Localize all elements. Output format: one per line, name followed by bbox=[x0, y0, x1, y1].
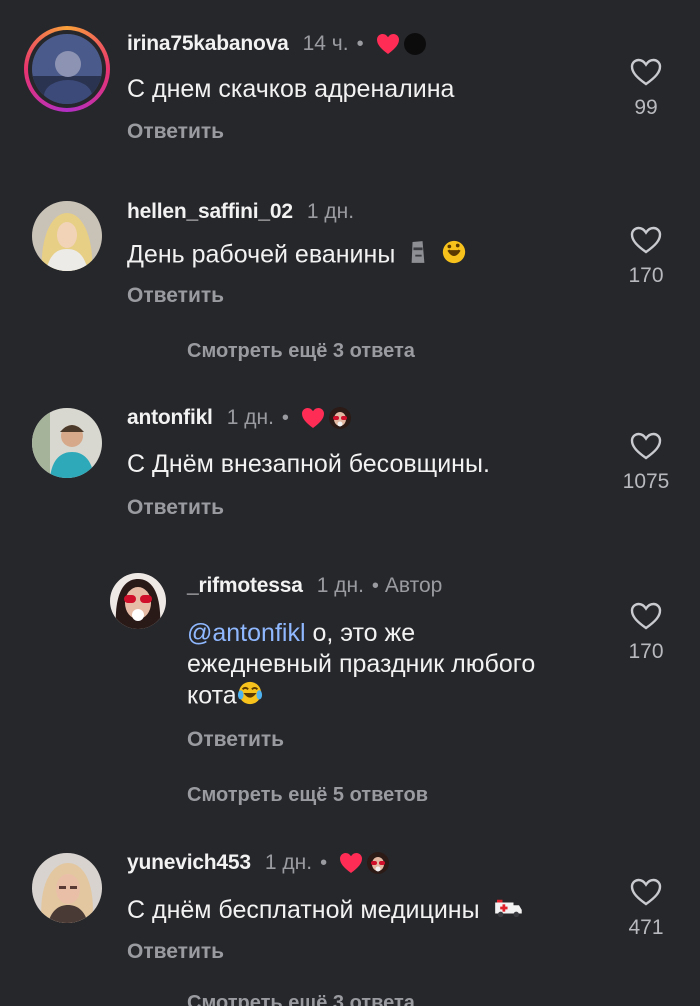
separator-dot: • bbox=[320, 851, 328, 874]
avatar[interactable] bbox=[32, 201, 102, 271]
author-avatar-icon bbox=[328, 407, 351, 429]
username[interactable]: antonfikl bbox=[127, 406, 213, 430]
separator-dot: • bbox=[356, 32, 364, 55]
username[interactable]: _rifmotessa bbox=[187, 574, 303, 598]
comment-time: 1 дн. bbox=[264, 851, 313, 874]
moai-emoji-icon bbox=[408, 239, 428, 273]
comment-text-content: С днём бесплатной медицины bbox=[127, 896, 480, 924]
username[interactable]: irina75kabanova bbox=[127, 32, 289, 56]
like-column: 99 bbox=[606, 58, 686, 120]
reply-text-line: ежедневный праздник любого bbox=[187, 650, 536, 678]
comment-text: С днём бесплатной медицины bbox=[127, 895, 523, 927]
view-more-replies-button[interactable]: Смотреть ещё 5 ответов bbox=[187, 784, 428, 807]
avatar[interactable] bbox=[32, 408, 102, 478]
like-column: 1075 bbox=[606, 432, 686, 494]
author-badge: Автор bbox=[384, 574, 443, 597]
author-avatar-icon bbox=[367, 852, 390, 874]
view-more-replies-button[interactable]: Смотреть ещё 3 ответа bbox=[187, 340, 415, 363]
comment-text: День рабочей еванины bbox=[127, 239, 467, 273]
reply-text-line: о, это же bbox=[305, 619, 416, 647]
reply-button[interactable]: Ответить bbox=[127, 496, 224, 520]
comment-text: С Днём внезапной бесовщины. bbox=[127, 450, 490, 478]
tears-of-joy-emoji-icon bbox=[237, 680, 263, 714]
reply-text-line: кота bbox=[187, 681, 237, 710]
comment-time: 1 дн. bbox=[306, 200, 355, 223]
like-count: 471 bbox=[628, 916, 664, 939]
rofl-emoji-icon bbox=[441, 239, 467, 273]
like-heart-icon[interactable] bbox=[606, 226, 686, 254]
author-liked-heart-icon bbox=[339, 852, 363, 874]
ambulance-emoji-icon bbox=[493, 896, 523, 927]
like-count: 170 bbox=[628, 640, 664, 663]
avatar[interactable] bbox=[110, 573, 166, 629]
like-count: 99 bbox=[634, 96, 658, 119]
comment-time: 1 дн. bbox=[316, 574, 364, 597]
mention-link[interactable]: @antonfikl bbox=[187, 619, 306, 647]
comment-time: 1 дн. bbox=[226, 406, 274, 429]
comments-screen: irina75kabanova 14 ч. • С днем скачков а… bbox=[0, 0, 700, 1006]
like-count: 170 bbox=[628, 264, 664, 287]
like-heart-icon[interactable] bbox=[606, 602, 686, 630]
comment-time: 14 ч. bbox=[302, 32, 349, 55]
like-heart-icon[interactable] bbox=[606, 58, 686, 86]
reply-text: @antonfikl о, это же ежедневный праздник… bbox=[187, 618, 607, 714]
like-count: 1075 bbox=[622, 470, 670, 493]
like-column: 170 bbox=[606, 602, 686, 664]
reply-button[interactable]: Ответить bbox=[187, 728, 284, 752]
separator-dot: • bbox=[281, 406, 289, 429]
separator-dot: • bbox=[371, 574, 379, 597]
like-column: 170 bbox=[606, 226, 686, 288]
reply-button[interactable]: Ответить bbox=[127, 120, 224, 144]
username[interactable]: hellen_saffini_02 bbox=[127, 200, 293, 224]
view-more-replies-button[interactable]: Смотреть ещё 3 ответа bbox=[187, 992, 415, 1006]
author-liked-heart-icon bbox=[376, 33, 400, 55]
avatar[interactable] bbox=[32, 34, 102, 104]
like-heart-icon[interactable] bbox=[606, 878, 686, 906]
username[interactable]: yunevich453 bbox=[127, 851, 251, 875]
author-avatar-icon bbox=[403, 33, 426, 55]
avatar[interactable] bbox=[32, 853, 102, 923]
comment-text-content: День рабочей еванины bbox=[127, 240, 396, 269]
author-liked-heart-icon bbox=[301, 407, 325, 429]
like-column: 471 bbox=[606, 878, 686, 940]
comment-text: С днем скачков адреналина bbox=[127, 75, 455, 103]
reply-button[interactable]: Ответить bbox=[127, 284, 224, 308]
like-heart-icon[interactable] bbox=[606, 432, 686, 460]
reply-button[interactable]: Ответить bbox=[127, 940, 224, 964]
